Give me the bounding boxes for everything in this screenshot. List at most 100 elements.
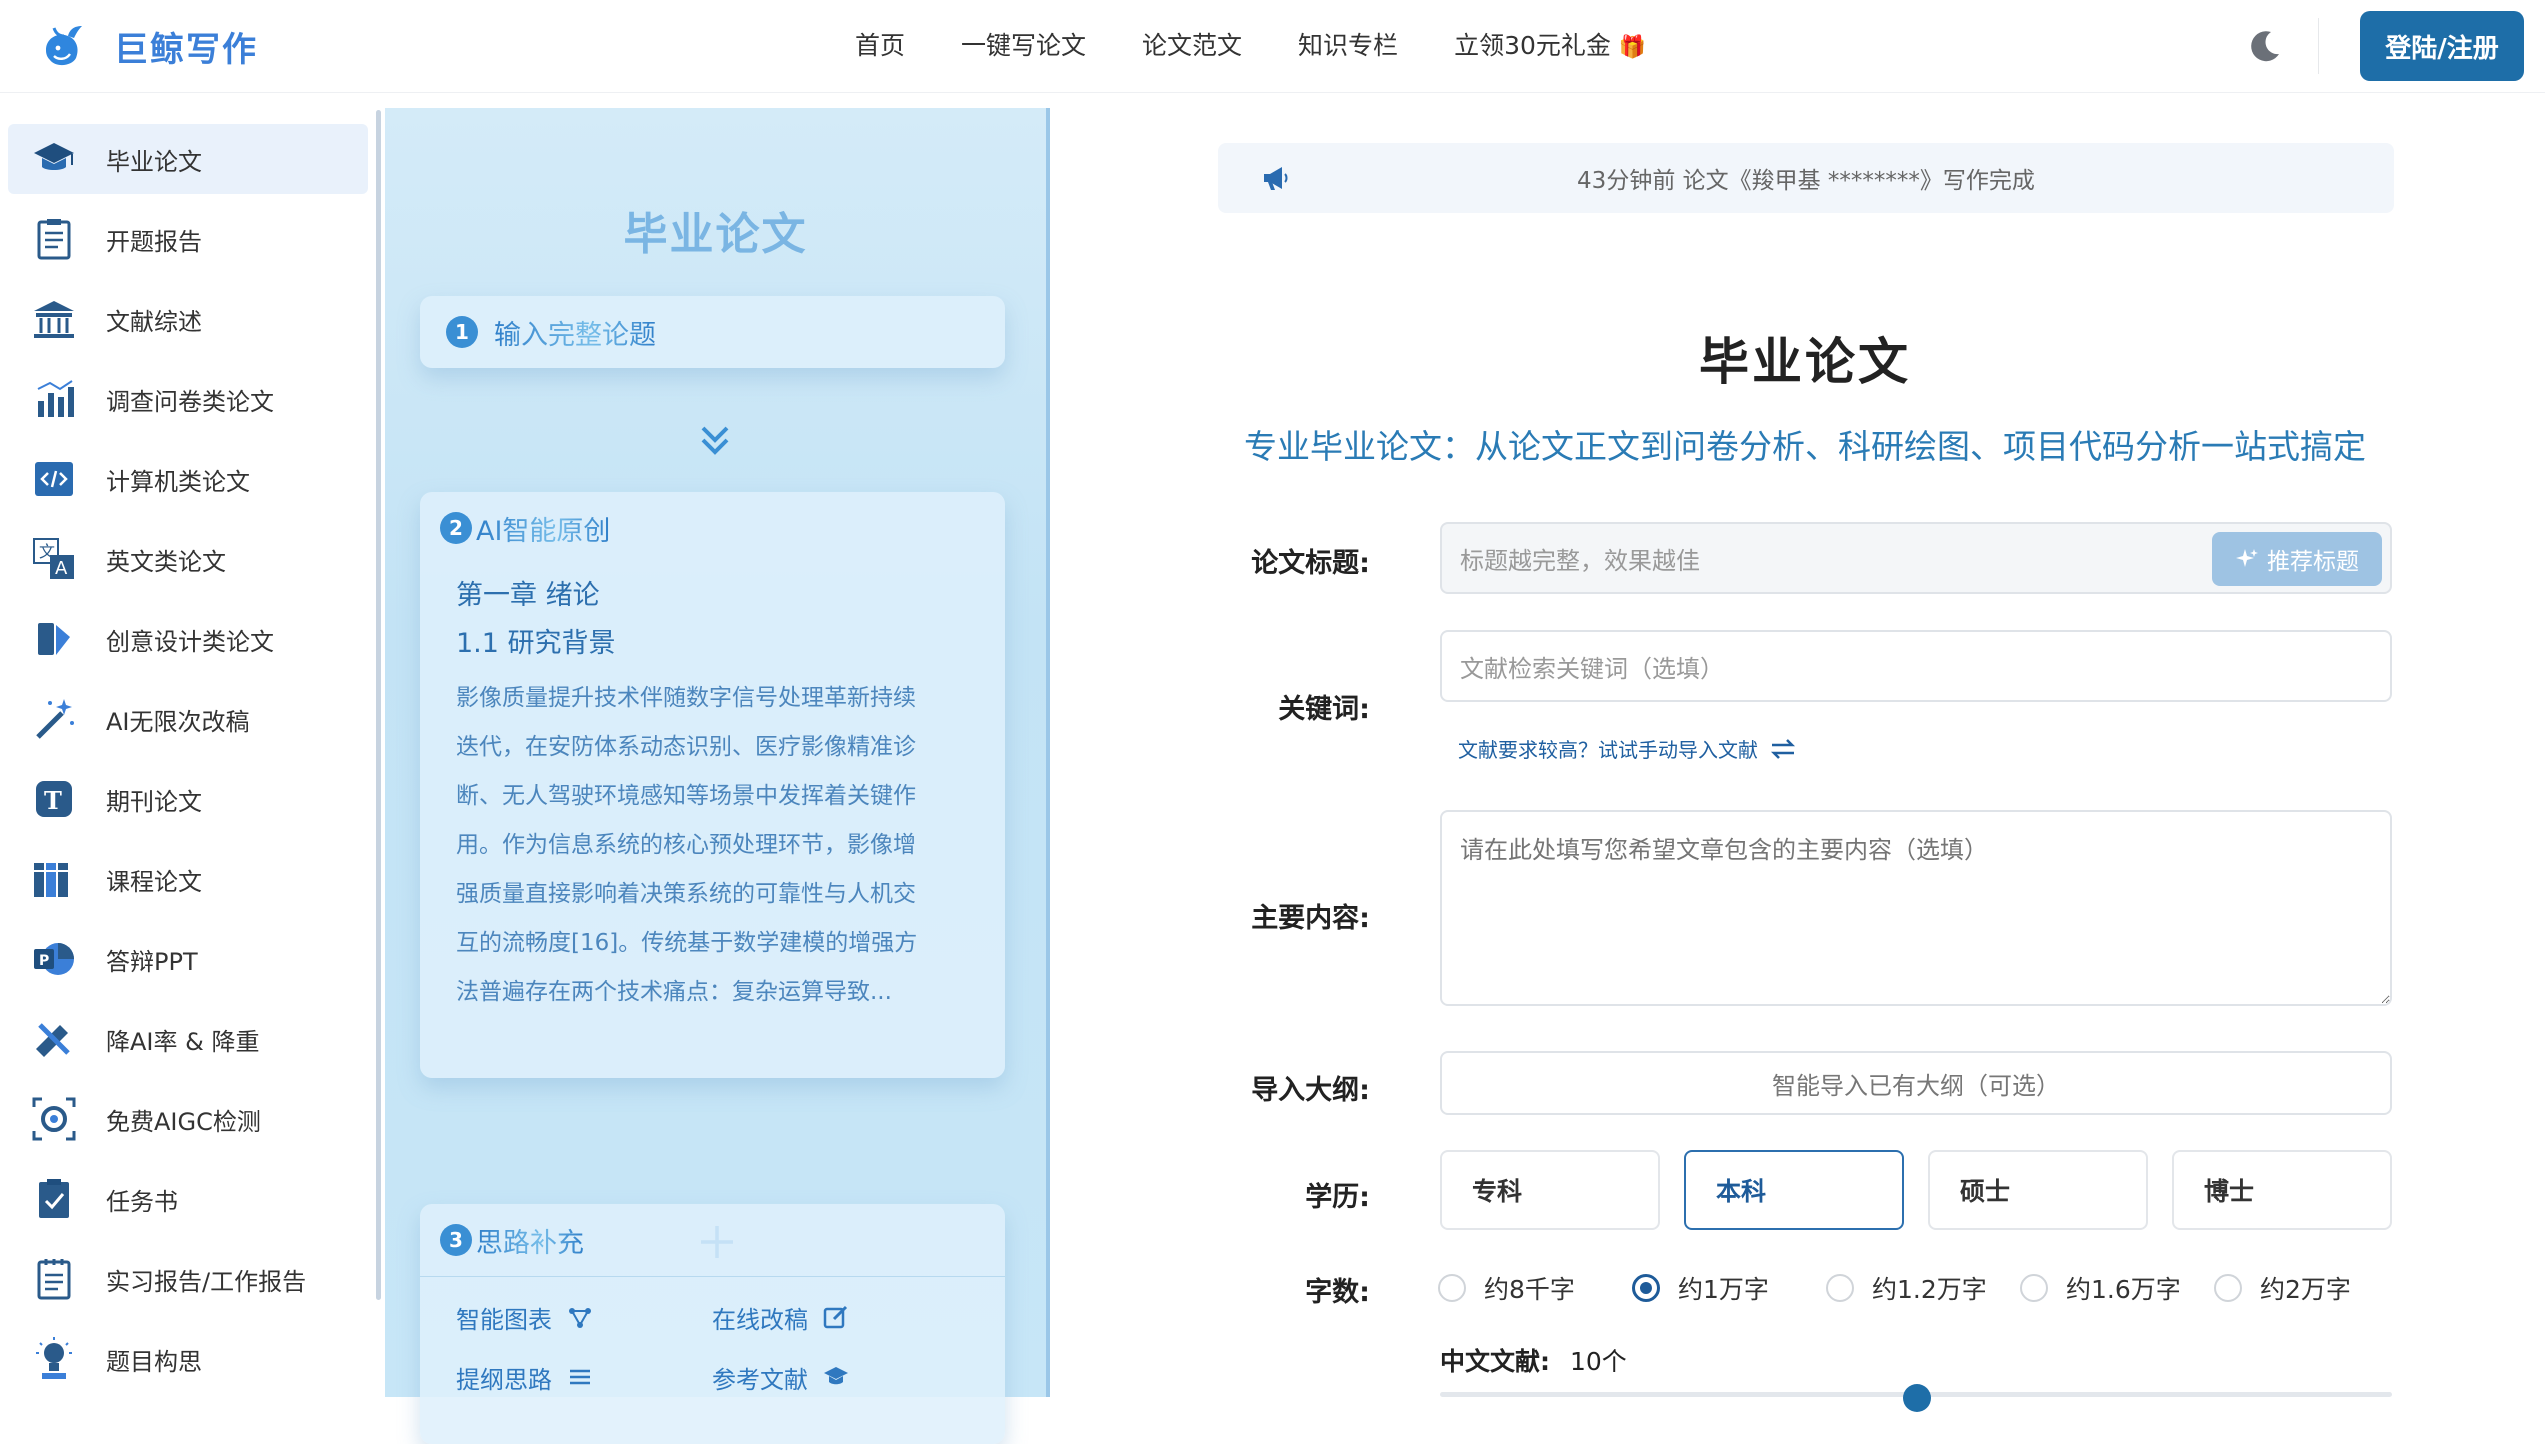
top-navbar: 巨鲸写作 首页 一键写论文 论文范文 知识专栏 立领30元礼金 🎁 登陆/注册 [0,0,2545,93]
sidebar-item-aigc-check[interactable]: 免费AIGC检测 [8,1084,368,1154]
sidebar-item-label: 开题报告 [106,227,202,256]
demo-paragraph: 影像质量提升技术伴随数字信号处理革新持续 迭代，在安防体系动态识别、医疗影像精准… [456,674,969,1017]
login-register-button[interactable]: 登陆/注册 [2360,11,2524,81]
sidebar-item-computer-paper[interactable]: 计算机类论文 [8,444,368,514]
import-outline-button[interactable]: 智能导入已有大纲（可选） [1440,1051,2392,1115]
literature-slider-handle[interactable] [1903,1384,1931,1412]
sidebar-item-label: 英文类论文 [106,547,226,576]
sidebar-item-label: 任务书 [106,1187,178,1216]
edu-option-doctor[interactable]: 博士 [2172,1150,2392,1230]
demo-online-edit: 在线改稿 [712,1300,968,1335]
code-icon [35,462,73,496]
step-number: 1 [446,316,478,348]
sidebar-item-label: AI无限次改稿 [106,707,250,736]
notice-text: 43分钟前 论文《羧甲基 ********》写作完成 [1577,168,2035,194]
graduation-cap-small-icon [824,1367,848,1385]
outline-label: 导入大纲: [1251,1075,1370,1106]
edu-option-bachelor[interactable]: 本科 [1684,1150,1904,1230]
sidebar-item-label: 免费AIGC检测 [106,1107,261,1136]
page-title: 毕业论文 [1699,333,1911,391]
manual-import-literature-link[interactable]: 文献要求较高？试试手动导入文献 [1458,734,1798,763]
demo-section-heading: 1.1 研究背景 [456,628,616,659]
cn-lit-label: 中文文献: [1440,1347,1550,1376]
demo-line: 断、无人驾驶环境感知等场景中发挥着关键作 [456,783,916,809]
paper-title-input[interactable]: 标题越完整，效果越佳 推荐标题 [1440,522,2392,594]
sidebar-item-literature-review[interactable]: 文献综述 [8,284,368,354]
sidebar-item-proposal[interactable]: 开题报告 [8,204,368,274]
sidebar-item-label: 课程论文 [106,867,202,896]
nav-divider [2318,18,2319,74]
demo-smart-chart: 智能图表 [456,1300,712,1335]
lightbulb-icon [36,1337,72,1379]
logo[interactable]: 巨鲸写作 [38,18,258,74]
keyword-input[interactable]: 文献检索关键词（选填） [1440,630,2392,702]
recommend-title-button[interactable]: 推荐标题 [2212,532,2382,586]
sidebar-item-defense-ppt[interactable]: P 答辩PPT [8,924,368,994]
sidebar-item-reduce-ai[interactable]: 降AI率 & 降重 [8,1004,368,1074]
word-option-12k[interactable]: 约1.2万字 [1826,1270,1987,1306]
sidebar-item-graduation-thesis[interactable]: 毕业论文 [8,124,368,194]
sidebar-item-task-book[interactable]: 任务书 [8,1164,368,1234]
word-option-20k[interactable]: 约2万字 [2214,1270,2351,1306]
step-number: 2 [440,512,472,544]
nav-knowledge[interactable]: 知识专栏 [1298,26,1398,66]
radio-circle [1826,1274,1854,1302]
demo-chapter-heading: 第一章 绪论 [456,580,600,611]
powerpoint-icon: P [34,943,74,975]
sidebar-item-label: 期刊论文 [106,787,202,816]
pen-ruler-icon [36,1023,70,1057]
manual-import-literature-label: 文献要求较高？试试手动导入文献 [1458,738,1758,762]
demo-line: 法普遍存在两个技术痛点：复杂运算导致... [456,979,892,1005]
translate-icon: 文A [33,538,74,579]
demo-line: 强质量直接影响着决策系统的可靠性与人机交 [456,881,916,907]
word-option-8k[interactable]: 约8千字 [1438,1270,1575,1306]
nav-gift-label: 立领30元礼金 [1454,31,1611,60]
swap-arrows-icon [1770,738,1796,759]
brand-name: 巨鲸写作 [114,29,258,70]
nav-home[interactable]: 首页 [855,26,905,66]
edit-icon [823,1305,848,1329]
main-content-textarea[interactable] [1440,810,2392,1006]
sidebar-item-label: 降AI率 & 降重 [106,1027,260,1056]
svg-text:T: T [44,786,62,815]
magic-wand-icon [36,699,74,739]
edu-option-associate[interactable]: 专科 [1440,1150,1660,1230]
edu-option-master[interactable]: 硕士 [1928,1150,2148,1230]
double-chevron-down-icon [701,426,729,455]
word-option-10k[interactable]: 约1万字 [1632,1270,1769,1306]
dark-mode-moon-icon[interactable] [2245,26,2285,66]
chinese-literature-count: 中文文献: 10个 [1440,1342,1627,1378]
gift-icon: 🎁 [1618,35,1647,60]
sidebar-item-design-paper[interactable]: 创意设计类论文 [8,604,368,674]
sidebar-item-english-paper[interactable]: 文A 英文类论文 [8,524,368,594]
sidebar-item-ai-rewrite[interactable]: AI无限次改稿 [8,684,368,754]
word-option-16k[interactable]: 约1.6万字 [2020,1270,2181,1306]
title-label: 论文标题: [1251,548,1370,579]
cn-lit-value: 10个 [1569,1347,1627,1376]
whale-logo-icon [46,26,82,66]
sidebar-item-topic-ideas[interactable]: 题目构思 [8,1324,368,1394]
title-placeholder: 标题越完整，效果越佳 [1460,546,1700,575]
recommend-title-label: 推荐标题 [2267,549,2359,575]
sidebar-item-journal-paper[interactable]: T 期刊论文 [8,764,368,834]
sidebar-item-course-paper[interactable]: 课程论文 [8,844,368,914]
step-label: AI智能原创 [476,509,610,548]
demo-panel: 毕业论文 1 输入完整论题 2 AI智能原创 第一章 绪论 1.1 研究背景 影… [385,108,1050,1444]
svg-text:P: P [39,953,49,969]
demo-line: 迭代，在安防体系动态识别、医疗影像精准诊 [456,734,916,760]
sidebar-item-label: 调查问卷类论文 [106,387,274,416]
education-label: 学历: [1305,1182,1370,1213]
content-label: 主要内容: [1251,903,1370,934]
nav-paper-samples[interactable]: 论文范文 [1142,26,1242,66]
sidebar-item-label: 题目构思 [106,1347,202,1376]
design-icon [38,623,70,655]
scan-gear-icon [32,1097,76,1141]
word-count-label: 字数: [1305,1277,1370,1308]
sidebar-scrollbar[interactable] [376,110,381,1300]
demo-line: 影像质量提升技术伴随数字信号处理革新持续 [456,685,916,711]
nav-gift[interactable]: 立领30元礼金 🎁 [1454,26,1646,66]
main-nav: 首页 一键写论文 论文范文 知识专栏 立领30元礼金 🎁 [855,26,1702,66]
nav-one-click-paper[interactable]: 一键写论文 [961,26,1086,66]
sidebar-item-internship-report[interactable]: 实习报告/工作报告 [8,1244,368,1314]
sidebar-item-survey-paper[interactable]: 调查问卷类论文 [8,364,368,434]
